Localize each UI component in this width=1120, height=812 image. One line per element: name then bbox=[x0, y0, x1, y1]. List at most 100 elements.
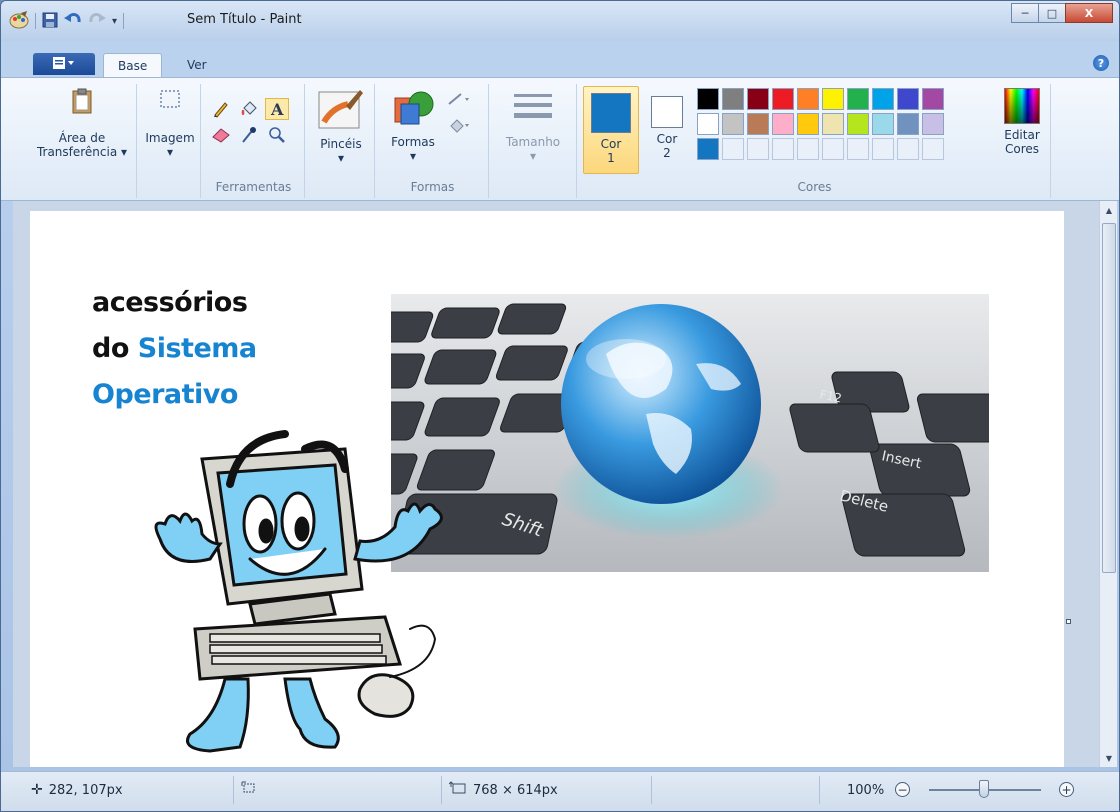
scroll-up-icon[interactable]: ▲ bbox=[1100, 201, 1118, 219]
close-button[interactable]: X bbox=[1065, 3, 1113, 23]
palette-swatch[interactable] bbox=[797, 113, 819, 135]
palette-swatch[interactable] bbox=[897, 88, 919, 110]
image-label: Imagem bbox=[145, 131, 195, 145]
zoom-in-icon[interactable]: + bbox=[1059, 782, 1074, 797]
shapes-icon bbox=[379, 88, 447, 131]
drawing-canvas[interactable]: acessórios do Sistema Operativo Shift De… bbox=[30, 211, 1071, 767]
palette-swatch[interactable] bbox=[847, 113, 869, 135]
palette-swatch[interactable] bbox=[922, 138, 944, 160]
ribbon: Área de Transferência ▾ Imagem ▾ A Ferra… bbox=[1, 77, 1119, 201]
color-picker-icon[interactable] bbox=[237, 124, 261, 146]
magnifier-icon[interactable] bbox=[265, 124, 289, 146]
clipboard-label-1: Área de bbox=[58, 131, 106, 145]
paint-app-icon[interactable] bbox=[9, 10, 29, 32]
customize-qat-icon[interactable]: ▾ bbox=[112, 16, 117, 27]
zoom-level-value: 100% bbox=[847, 782, 885, 798]
redo-icon[interactable] bbox=[88, 12, 106, 31]
maximize-button[interactable]: □ bbox=[1038, 3, 1066, 23]
tools-grid: A bbox=[209, 98, 289, 146]
clipboard-label-2: Transferência ▾ bbox=[36, 145, 128, 159]
fill-icon[interactable] bbox=[237, 98, 261, 120]
palette-swatch[interactable] bbox=[922, 88, 944, 110]
palette-swatch[interactable] bbox=[797, 88, 819, 110]
palette-swatch[interactable] bbox=[747, 138, 769, 160]
brushes-dropdown-icon: ▾ bbox=[337, 151, 345, 165]
headline-line3: Operativo bbox=[92, 379, 238, 410]
group-tools: A Ferramentas bbox=[203, 84, 305, 198]
palette-swatch[interactable] bbox=[722, 113, 744, 135]
palette-swatch[interactable] bbox=[772, 138, 794, 160]
status-bar: ✛ 282, 107px 768 × 614px 100% − + bbox=[1, 771, 1119, 811]
eraser-icon[interactable] bbox=[209, 124, 233, 146]
edit-colors-button[interactable]: Editar Cores bbox=[997, 88, 1047, 156]
pencil-icon[interactable] bbox=[209, 98, 233, 120]
palette-swatch[interactable] bbox=[922, 113, 944, 135]
outline-icon[interactable] bbox=[447, 90, 473, 111]
clipboard-button[interactable]: Área de Transferência ▾ bbox=[29, 88, 135, 159]
palette-swatch[interactable] bbox=[697, 88, 719, 110]
color-palette bbox=[697, 88, 944, 160]
edit-colors-label-1: Editar bbox=[1004, 128, 1040, 142]
color2-button[interactable]: Cor 2 bbox=[645, 86, 689, 174]
minimize-button[interactable]: ─ bbox=[1011, 3, 1039, 23]
paint-menu-button[interactable] bbox=[33, 53, 95, 75]
brushes-button[interactable]: Pincéis ▾ bbox=[309, 88, 373, 165]
palette-swatch[interactable] bbox=[897, 138, 919, 160]
palette-swatch[interactable] bbox=[747, 113, 769, 135]
palette-swatch[interactable] bbox=[847, 88, 869, 110]
fill-shape-icon[interactable] bbox=[447, 116, 473, 137]
shapes-button[interactable]: Formas ▾ bbox=[379, 88, 447, 163]
group-image: Imagem ▾ bbox=[141, 84, 201, 198]
save-icon[interactable] bbox=[42, 12, 58, 31]
selection-size bbox=[241, 772, 257, 808]
undo-icon[interactable] bbox=[64, 12, 82, 31]
palette-swatch[interactable] bbox=[822, 113, 844, 135]
palette-swatch[interactable] bbox=[697, 138, 719, 160]
scroll-down-icon[interactable]: ▼ bbox=[1100, 749, 1118, 767]
tab-ver[interactable]: Ver bbox=[173, 53, 221, 77]
help-icon[interactable]: ? bbox=[1093, 55, 1109, 71]
headline-sistema: Sistema bbox=[137, 333, 257, 364]
color1-label-1: Cor bbox=[600, 137, 622, 151]
zoom-slider-thumb[interactable] bbox=[979, 780, 989, 798]
headline-line2: do Sistema bbox=[92, 333, 257, 364]
palette-swatch[interactable] bbox=[822, 88, 844, 110]
color1-label-2: 1 bbox=[607, 151, 615, 165]
tab-base-label: Base bbox=[118, 58, 148, 73]
palette-swatch[interactable] bbox=[872, 138, 894, 160]
selection-icon bbox=[241, 781, 257, 799]
close-icon: X bbox=[1084, 6, 1094, 20]
image-button[interactable]: Imagem ▾ bbox=[141, 88, 199, 159]
zoom-out-icon[interactable]: − bbox=[895, 782, 910, 797]
color2-label-2: 2 bbox=[663, 146, 671, 160]
palette-swatch[interactable] bbox=[772, 88, 794, 110]
image-size-icon bbox=[448, 781, 467, 799]
palette-swatch[interactable] bbox=[847, 138, 869, 160]
scroll-thumb[interactable] bbox=[1102, 223, 1116, 573]
size-button[interactable]: Tamanho ▾ bbox=[491, 90, 575, 163]
palette-swatch[interactable] bbox=[722, 88, 744, 110]
color1-button[interactable]: Cor 1 bbox=[583, 86, 639, 174]
minimize-icon: ─ bbox=[1021, 6, 1029, 20]
group-shapes: Formas ▾ Formas bbox=[377, 84, 489, 198]
palette-swatch[interactable] bbox=[822, 138, 844, 160]
palette-swatch[interactable] bbox=[797, 138, 819, 160]
palette-swatch[interactable] bbox=[772, 113, 794, 135]
tab-base[interactable]: Base bbox=[103, 53, 163, 77]
palette-swatch[interactable] bbox=[872, 113, 894, 135]
status-separator-4 bbox=[819, 776, 820, 804]
vertical-scrollbar[interactable]: ▲ ▼ bbox=[1099, 201, 1117, 767]
palette-swatch[interactable] bbox=[722, 138, 744, 160]
text-icon[interactable]: A bbox=[265, 98, 289, 120]
cartoon-computer-mascot bbox=[154, 430, 443, 753]
color2-swatch bbox=[651, 96, 683, 128]
colors-group-label: Cores bbox=[797, 180, 832, 194]
palette-swatch[interactable] bbox=[897, 113, 919, 135]
palette-swatch[interactable] bbox=[697, 113, 719, 135]
status-separator bbox=[233, 776, 234, 804]
palette-swatch[interactable] bbox=[872, 88, 894, 110]
palette-swatch[interactable] bbox=[747, 88, 769, 110]
canvas-resize-handle-right[interactable] bbox=[1066, 619, 1071, 624]
shapes-group-label: Formas bbox=[410, 180, 455, 194]
keyboard-globe-image: Shift Delete Insert F12 bbox=[391, 294, 989, 572]
